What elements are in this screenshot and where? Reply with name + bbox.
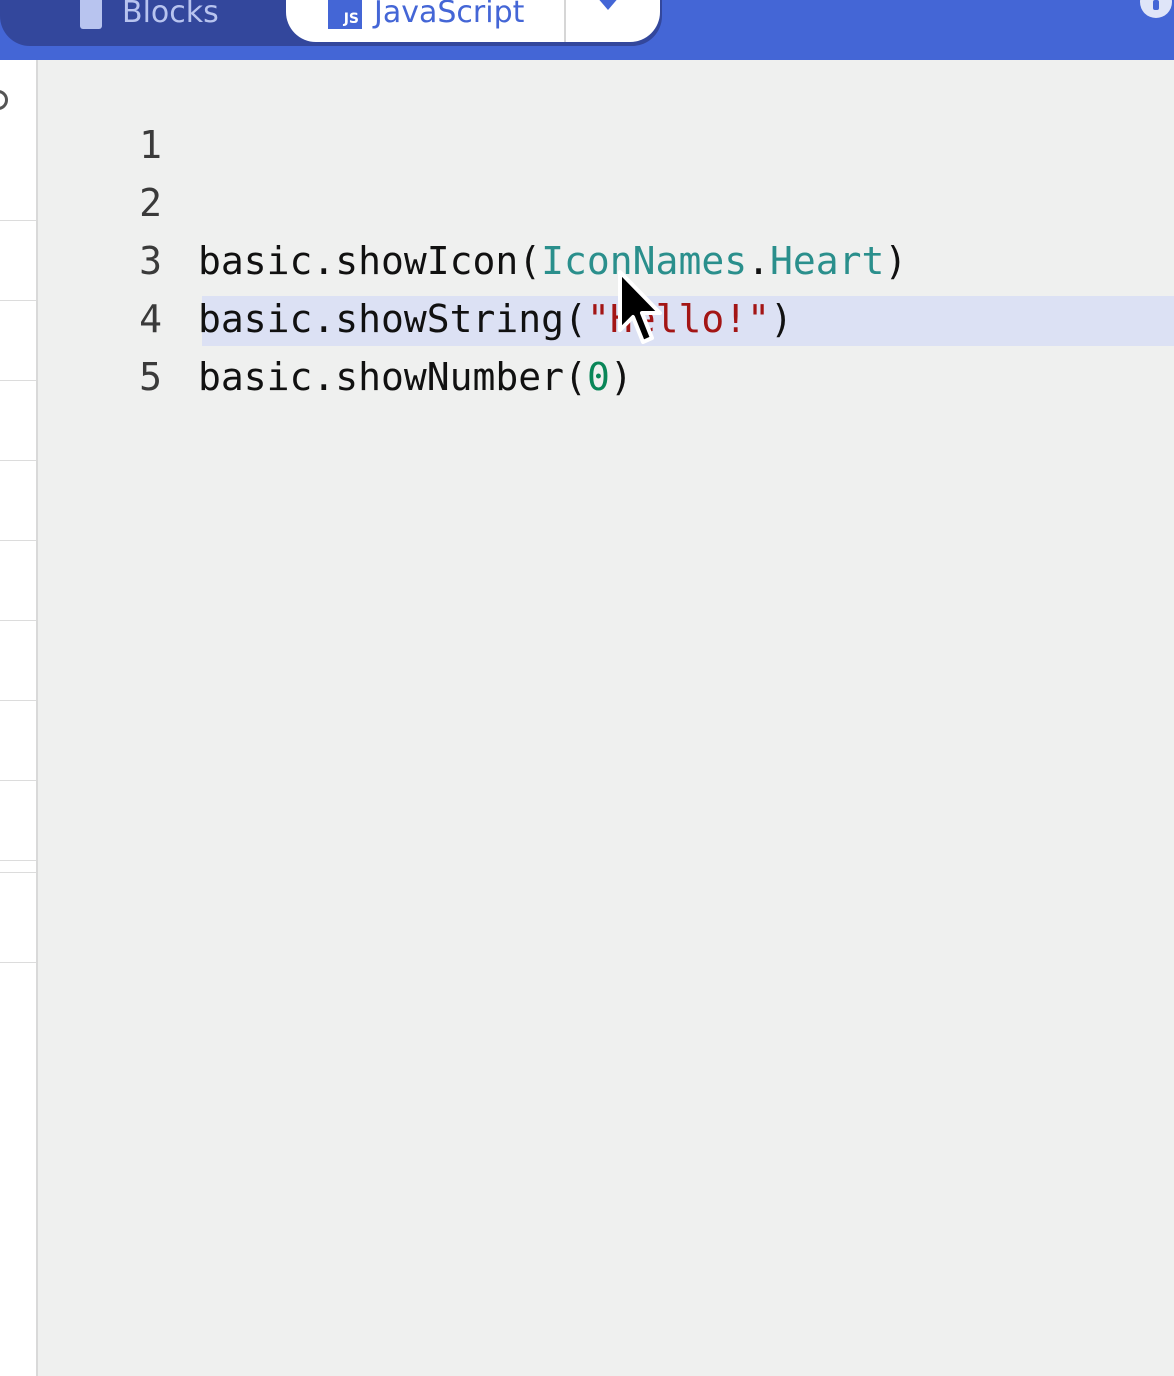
code-editor[interactable]: 1 2 basic.showIcon(IconNames.Heart) 3 ba… xyxy=(38,60,1174,1376)
toolbox-divider xyxy=(0,700,36,701)
code-line[interactable]: 1 xyxy=(38,58,1174,167)
toolbox-divider xyxy=(0,780,36,781)
toolbox-divider xyxy=(0,962,36,963)
tab-javascript-label: JavaScript xyxy=(374,0,525,30)
code-token: basic.showNumber( xyxy=(198,355,587,399)
toolbox-divider xyxy=(0,620,36,621)
line-number: 5 xyxy=(139,355,162,399)
code-line[interactable]: 3 basic.showString("Hello!") xyxy=(38,174,1174,341)
info-icon xyxy=(1153,0,1159,10)
code-line[interactable]: 4 basic.showNumber(0) xyxy=(38,232,1174,399)
toolbox-divider xyxy=(0,540,36,541)
code-token: ) xyxy=(609,355,633,399)
toolbox-sidebar xyxy=(0,60,38,1376)
code-line[interactable]: 5 xyxy=(38,290,1174,399)
chevron-down-icon xyxy=(596,0,620,10)
blocks-icon xyxy=(80,0,102,29)
language-dropdown-button[interactable] xyxy=(564,0,660,42)
info-button[interactable] xyxy=(1140,0,1172,18)
toolbox-divider xyxy=(0,380,36,381)
editor-header: Blocks JS JavaScript xyxy=(0,0,1174,60)
tab-javascript[interactable]: JS JavaScript xyxy=(286,0,564,42)
tab-blocks[interactable]: Blocks xyxy=(80,0,280,42)
toolbox-divider xyxy=(0,860,36,861)
code-token: 0 xyxy=(586,355,610,399)
tab-blocks-label: Blocks xyxy=(122,0,219,30)
toolbox-divider xyxy=(0,872,36,873)
search-icon[interactable] xyxy=(0,90,8,110)
line-code[interactable]: basic.showNumber(0) xyxy=(198,348,633,406)
toolbox-divider xyxy=(0,460,36,461)
mouse-cursor-icon xyxy=(618,270,662,344)
toolbox-divider xyxy=(0,300,36,301)
javascript-icon: JS xyxy=(328,0,362,29)
code-line[interactable]: 2 basic.showIcon(IconNames.Heart) xyxy=(38,116,1174,283)
toolbox-divider xyxy=(0,220,36,221)
